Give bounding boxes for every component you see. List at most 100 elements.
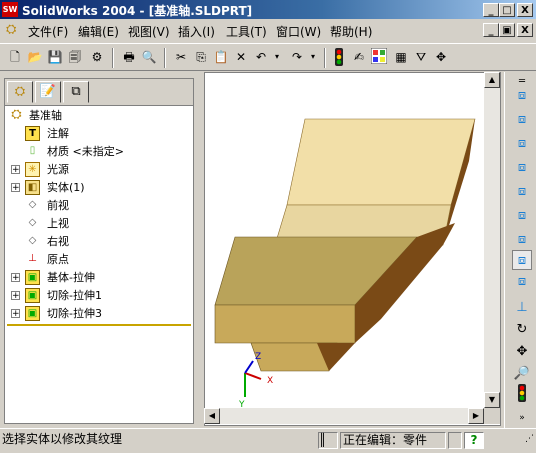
tree-item[interactable]: + ▣ 切除-拉伸3 [9, 305, 191, 323]
view-left-icon[interactable]: ⧈ [512, 134, 532, 154]
zoom-icon[interactable]: 🔎 [512, 364, 532, 384]
part-icon: ⛭ [11, 107, 22, 122]
menu-bar: ⛭ 文件(F) 编辑(E) 视图(V) 插入(I) 工具(T) 窗口(W) 帮助… [0, 20, 536, 41]
panel-tab-row: ⛭ 📝 ⧉ [5, 79, 193, 106]
document-icon[interactable]: ⛭ [6, 22, 22, 38]
cut-extrude-icon: ▣ [25, 306, 40, 321]
expand-icon[interactable]: + [11, 291, 20, 301]
tree-item[interactable]: ◇ 右视 [9, 233, 191, 251]
rebuild-icon[interactable]: ⚙ [88, 48, 106, 66]
part-model[interactable]: X Y Z [205, 73, 485, 409]
grid-icon[interactable]: ▦ [392, 48, 410, 66]
expand-icon[interactable]: + [11, 309, 20, 319]
toolbar-separator [324, 48, 326, 68]
tree-item[interactable]: + ▣ 切除-拉伸1 [9, 287, 191, 305]
maximize-button[interactable]: □ [499, 3, 515, 17]
tab-feature-manager[interactable]: ⛭ [7, 81, 33, 103]
tree-item[interactable]: + ▣ 基体-拉伸 [9, 269, 191, 287]
expand-icon[interactable]: + [11, 183, 20, 193]
horizontal-scrollbar[interactable]: ◀ ▶ [204, 408, 484, 424]
triad-x-axis [244, 372, 262, 380]
pan-view-icon[interactable]: ✥ [512, 342, 532, 362]
cut-icon[interactable]: ✂ [172, 48, 190, 66]
color-palette-icon[interactable] [370, 47, 388, 66]
minimize-button[interactable]: _ [483, 3, 499, 17]
expand-icon[interactable]: + [11, 273, 20, 283]
doc-minimize-button[interactable]: _ [483, 23, 499, 37]
undo-dropdown-icon[interactable]: ▾ [268, 48, 286, 66]
menu-window[interactable]: 窗口(W) [276, 23, 321, 40]
resize-grip-icon[interactable]: ⋰ [488, 432, 534, 449]
graphics-area[interactable]: X Y Z [204, 72, 501, 426]
part-front-face[interactable] [214, 304, 356, 344]
status-blank [448, 432, 462, 449]
light-icon: ✳ [25, 162, 40, 177]
part-top-face[interactable] [286, 118, 476, 206]
traffic-light-icon[interactable] [512, 384, 532, 404]
menu-tools[interactable]: 工具(T) [226, 23, 267, 40]
tree-item[interactable]: ⊥ 原点 [9, 251, 191, 269]
tree-item[interactable]: T 注解 [9, 125, 191, 143]
toolbar-separator [112, 48, 114, 68]
menu-view[interactable]: 视图(V) [128, 23, 170, 40]
new-file-icon[interactable]: 🗋 [6, 48, 24, 66]
menu-insert[interactable]: 插入(I) [178, 23, 215, 40]
tree-item[interactable]: ◇ 上视 [9, 215, 191, 233]
window-title: SolidWorks 2004 - [基准轴.SLDPRT] [22, 4, 253, 18]
scroll-left-icon[interactable]: ◀ [204, 408, 220, 424]
rollback-bar[interactable] [7, 324, 191, 326]
select-icon[interactable]: ✍ [350, 48, 368, 66]
tree-item[interactable]: ▯ 材质 <未指定> [9, 143, 191, 161]
expand-icon[interactable]: + [11, 165, 20, 175]
view-bottom-icon[interactable]: ⧈ [512, 206, 532, 226]
view-top-icon[interactable]: ⧈ [512, 182, 532, 202]
triad-z-axis [244, 360, 254, 374]
menu-edit[interactable]: 编辑(E) [78, 23, 119, 40]
save-all-icon[interactable]: 🗐 [66, 48, 84, 66]
pan-icon[interactable]: ✥ [432, 48, 450, 66]
print-preview-icon[interactable]: 🔍 [140, 48, 158, 66]
view-front-icon[interactable]: ⧈ [512, 86, 532, 106]
paste-icon[interactable]: 📋 [212, 48, 230, 66]
title-bar: SW SolidWorks 2004 - [基准轴.SLDPRT] _ □ X [0, 0, 536, 19]
tree-item[interactable]: ◇ 前视 [9, 197, 191, 215]
tree-item-label: 光源 [47, 163, 69, 176]
rotate-view-icon[interactable]: ↻ [512, 320, 532, 340]
filter-icon[interactable]: ⛛ [412, 48, 430, 66]
scroll-right-icon[interactable]: ▶ [468, 408, 484, 424]
standard-toolbar: 🗋 📂 💾 🗐 ⚙ 🖶 🔍 ✂ ⎘ 📋 ✕ ↶ ▾ ↷ ▾ ✍ ▦ ⛛ ✥ [0, 43, 536, 71]
delete-icon[interactable]: ✕ [232, 48, 250, 66]
tree-item[interactable]: + ✳ 光源 [9, 161, 191, 179]
save-icon[interactable]: 💾 [46, 48, 64, 66]
scroll-down-icon[interactable]: ▼ [484, 392, 500, 408]
open-file-icon[interactable]: 📂 [26, 48, 44, 66]
material-icon: ▯ [29, 145, 36, 156]
tree-item-label: 基体-拉伸 [47, 271, 95, 284]
tree-item-label: 材质 <未指定> [47, 145, 124, 158]
scroll-up-icon[interactable]: ▲ [484, 72, 500, 88]
view-right-icon[interactable]: ⧈ [512, 158, 532, 178]
view-dimetric-icon[interactable]: ⧈ [512, 272, 532, 292]
menu-help[interactable]: 帮助(H) [330, 23, 372, 40]
status-edit-mode: 正在编辑：零件 [340, 432, 446, 449]
view-isometric-icon[interactable]: ⧈ [512, 230, 532, 250]
tab-property-manager[interactable]: 📝 [35, 81, 61, 103]
doc-restore-button[interactable]: ▣ [499, 23, 515, 37]
tab-configuration-manager[interactable]: ⧉ [63, 81, 89, 103]
normal-to-icon[interactable]: ⊥ [512, 298, 532, 318]
close-button[interactable]: X [517, 3, 533, 17]
status-message: 选择实体以修改其纹理 [2, 432, 123, 446]
view-back-icon[interactable]: ⧈ [512, 110, 532, 130]
menu-file[interactable]: 文件(F) [28, 23, 68, 40]
copy-icon[interactable]: ⎘ [192, 48, 210, 66]
tree-item[interactable]: + ◧ 实体(1) [9, 179, 191, 197]
solidworks-logo-icon: SW [2, 2, 18, 17]
view-trimetric-icon[interactable]: ⧈ [512, 250, 532, 270]
redo-dropdown-icon[interactable]: ▾ [304, 48, 322, 66]
vertical-scrollbar[interactable]: ▲ ▼ [484, 72, 500, 408]
print-icon[interactable]: 🖶 [120, 48, 138, 66]
toolbar-overflow-icon[interactable]: » [512, 408, 532, 428]
help-icon[interactable]: ? [464, 432, 484, 449]
traffic-light-icon[interactable] [330, 48, 348, 66]
doc-close-button[interactable]: X [517, 23, 533, 37]
